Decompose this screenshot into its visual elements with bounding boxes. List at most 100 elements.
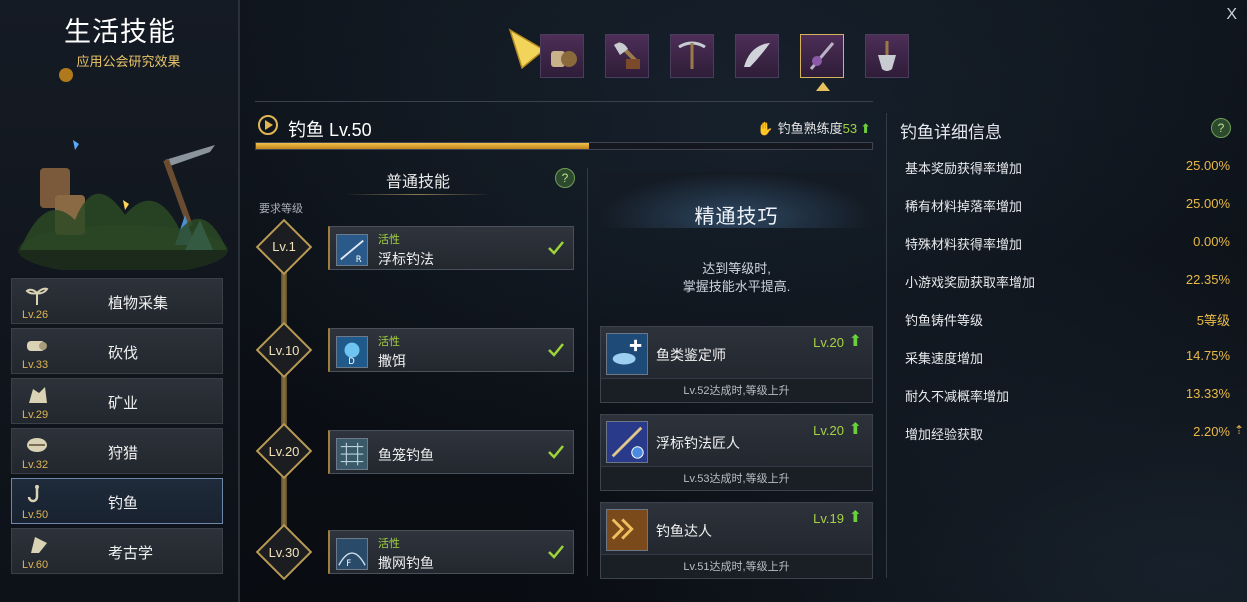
category-plant-gathering[interactable]: Lv.26 植物采集 <box>11 278 223 324</box>
axe-icon <box>614 41 640 69</box>
skill-title: 钓鱼 Lv.50 <box>288 120 372 140</box>
details-divider <box>886 113 887 578</box>
level-node-label: Lv.1 <box>272 239 296 254</box>
arrow-up-icon: ⬆ <box>848 333 862 350</box>
category-name: 考古学 <box>108 545 154 562</box>
arrow-up-icon: ⬆ <box>860 121 871 136</box>
category-level: Lv.32 <box>22 459 49 471</box>
skill-name: 撒网钓鱼 <box>378 555 434 571</box>
category-level: Lv.50 <box>22 509 49 521</box>
mastery-card-float-artisan[interactable]: 浮标钓法匠人 Lv.20 ⬆ Lv.53达成时,等级上升 <box>600 414 873 491</box>
tab-mining[interactable] <box>670 34 714 78</box>
detail-label: 小游戏奖励获取率增加 <box>905 275 1036 290</box>
skill-row-bait[interactable]: D 活性 撒饵 <box>328 328 574 372</box>
guild-research-text: 应用公会研究效果 <box>76 54 181 69</box>
required-level-label: 要求等级 <box>259 203 303 215</box>
mastery-card-fishing-master[interactable]: 钓鱼达人 Lv.19 ⬆ Lv.51达成时,等级上升 <box>600 502 873 579</box>
sprout-icon <box>25 287 49 305</box>
category-mining[interactable]: Lv.29 矿业 <box>11 378 223 424</box>
life-skill-illustration <box>18 140 228 270</box>
category-name: 钓鱼 <box>108 495 139 512</box>
detail-row: 增加经验获取 2.20% ⇡ <box>905 423 1244 443</box>
mastery-level: Lv.19 <box>813 511 844 526</box>
detail-label: 稀有材料掉落率增加 <box>905 199 1023 214</box>
close-button[interactable]: X <box>1226 6 1237 24</box>
fishing-master-icon <box>606 509 648 551</box>
mastery-desc-line: 掌握技能水平提高. <box>682 279 791 294</box>
skill-row-float-fishing[interactable]: R 活性 浮标钓法 <box>328 226 574 270</box>
tab-fishing[interactable] <box>800 34 844 78</box>
column-divider <box>587 168 588 576</box>
mastery-footer: Lv.52达成时,等级上升 <box>601 378 872 402</box>
mastery-name: 鱼类鉴定师 <box>656 347 726 363</box>
mastery-desc-line: 达到等级时, <box>702 261 771 276</box>
detail-value: 5等级 <box>1196 313 1230 328</box>
detail-value: 14.75% <box>1185 348 1230 363</box>
mastery-description: 达到等级时, 掌握技能水平提高. <box>600 260 873 296</box>
skill-row-cage-fishing[interactable]: 鱼笼钓鱼 <box>328 430 574 474</box>
tab-gathering[interactable] <box>540 34 584 78</box>
mastery-card-fish-appraiser[interactable]: 鱼类鉴定师 Lv.20 ⬆ Lv.52达成时,等级上升 <box>600 326 873 403</box>
proficiency-label: 钓鱼熟练度 <box>777 121 843 136</box>
mastery-name: 浮标钓法匠人 <box>656 435 740 451</box>
check-icon <box>548 241 564 255</box>
category-name: 砍伐 <box>108 345 139 362</box>
fish-appraiser-icon <box>606 333 648 375</box>
log-icon <box>27 341 47 351</box>
window-title: 生活技能 <box>64 17 176 47</box>
skill-tag: 活性 <box>378 538 400 550</box>
play-icon[interactable] <box>258 115 278 135</box>
category-level: Lv.26 <box>22 309 49 321</box>
skill-name: 撒饵 <box>378 353 406 369</box>
pickaxe-icon <box>678 41 706 69</box>
bait-icon: D <box>336 336 368 368</box>
detail-value: 2.20% <box>1193 424 1230 439</box>
level-node-label: Lv.20 <box>268 444 300 459</box>
float-artisan-icon <box>606 421 648 463</box>
svg-text:R: R <box>356 254 362 264</box>
skill-tag: 活性 <box>378 336 400 348</box>
svg-text:D: D <box>348 356 355 366</box>
detail-label: 特殊材料获得率增加 <box>905 237 1023 252</box>
detail-value: 0.00% <box>1193 234 1230 249</box>
detail-row: 耐久不减概率增加 13.33% <box>905 386 1230 405</box>
detail-label: 耐久不减概率增加 <box>905 389 1010 404</box>
tab-archaeology[interactable] <box>865 34 909 78</box>
experience-bar <box>255 142 873 150</box>
svg-text:F: F <box>346 558 351 568</box>
ore-icon <box>29 387 47 403</box>
arrow-up-icon: ⇡ <box>1233 423 1244 437</box>
guild-emblem-icon: • <box>59 68 74 82</box>
float-fishing-icon: R <box>336 234 368 266</box>
help-icon[interactable]: ? <box>555 168 575 188</box>
mastery-level: Lv.20 <box>813 335 844 350</box>
category-level: Lv.33 <box>22 359 49 371</box>
category-logging[interactable]: Lv.33 砍伐 <box>11 328 223 374</box>
fishing-details-panel: 钓鱼详细信息 <box>900 118 1235 143</box>
archaeology-icon <box>31 537 47 553</box>
normal-skills-title: 普通技能 <box>330 168 506 195</box>
detail-label: 基本奖励获得率增加 <box>905 161 1023 176</box>
arrow-up-icon: ⬆ <box>848 509 862 526</box>
category-archaeology[interactable]: Lv.60 考古学 <box>11 528 223 574</box>
help-icon[interactable]: ? <box>1211 118 1231 138</box>
skill-row-net-fishing[interactable]: F 活性 撒网钓鱼 <box>328 530 574 574</box>
mastery-footer: Lv.53达成时,等级上升 <box>601 466 872 490</box>
arrow-up-icon: ⬆ <box>848 421 862 438</box>
proficiency: ✋ 钓鱼熟练度53 ⬆ <box>757 118 871 137</box>
experience-bar-fill <box>256 143 589 149</box>
tab-logging[interactable] <box>605 34 649 78</box>
proficiency-value: 53 <box>842 121 858 136</box>
category-fishing[interactable]: Lv.50 钓鱼 <box>11 478 223 524</box>
skill-header: 钓鱼 Lv.50 ✋ 钓鱼熟练度53 ⬆ <box>255 112 873 152</box>
detail-row: 特殊材料获得率增加 0.00% <box>905 234 1230 253</box>
category-name: 植物采集 <box>108 295 169 312</box>
category-hunting[interactable]: Lv.32 狩猎 <box>11 428 223 474</box>
level-node-label: Lv.30 <box>268 545 300 560</box>
gathering-gloves-icon <box>551 51 577 67</box>
hunting-icon <box>27 438 47 452</box>
sidebar: 生活技能 •应用公会研究效果 Lv.26 植物采集 Lv.33 砍伐 Lv.29… <box>0 0 240 602</box>
detail-value: 25.00% <box>1185 196 1230 211</box>
detail-value: 22.35% <box>1185 272 1230 287</box>
tab-hunting[interactable] <box>735 34 779 78</box>
